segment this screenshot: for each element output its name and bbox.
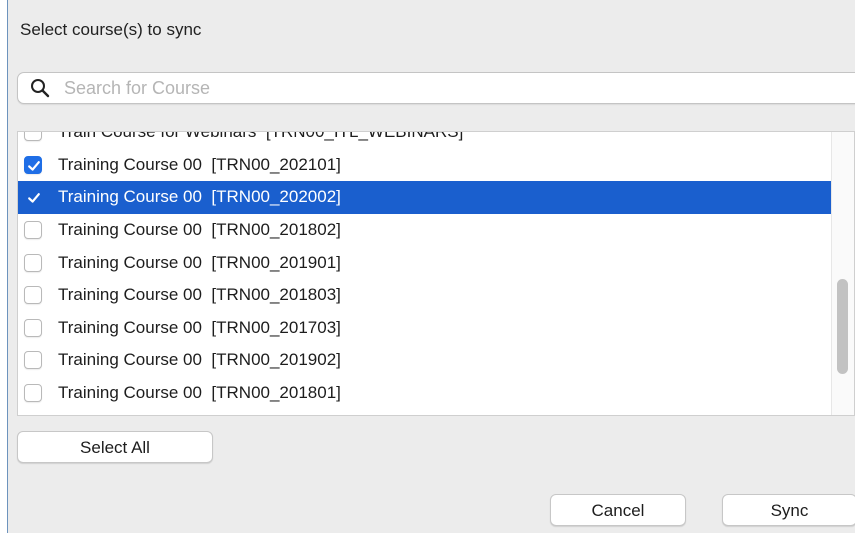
course-label: Training Course 00 [TRN00_201703] [58, 318, 341, 338]
course-code: [TRN00_201901] [211, 252, 341, 272]
course-label: Training Course 00 [TRN00_201901] [58, 253, 341, 273]
course-checkbox[interactable] [24, 286, 42, 305]
course-checkbox[interactable] [24, 351, 42, 370]
course-list-item[interactable]: Training Course 00 [TRN00_201703] [18, 312, 834, 345]
course-checkbox[interactable] [24, 253, 42, 272]
course-label: Train Course for Webinars [TRN00_ITL_WEB… [58, 131, 464, 142]
course-name: Training Course 00 [58, 187, 202, 207]
course-code: [TRN00_202002] [211, 187, 341, 207]
course-list-item[interactable]: Training Course 00 [TRN00_202002] [18, 181, 834, 214]
course-list-item[interactable]: Training Course 00 [TRN00_201803] [18, 279, 834, 312]
course-name: Training Course 00 [58, 252, 202, 272]
course-checkbox[interactable] [24, 188, 42, 206]
scrollbar[interactable] [831, 132, 854, 415]
course-list-item[interactable]: Training Course 00 [TRN00_202101] [18, 149, 834, 182]
cancel-button[interactable]: Cancel [550, 494, 686, 526]
course-list-item[interactable]: Training Course 00 [TRN00_201901] [18, 246, 834, 279]
checkmark-icon [28, 193, 40, 204]
course-label: Training Course 00 [TRN00_201802] [58, 220, 341, 240]
course-checkbox[interactable] [24, 221, 42, 240]
select-all-button[interactable]: Select All [17, 431, 213, 463]
course-name: Training Course 00 [58, 383, 202, 403]
search-field[interactable] [17, 72, 855, 104]
checkmark-icon [28, 160, 40, 171]
course-code: [TRN00_201803] [211, 285, 341, 305]
dialog-title: Select course(s) to sync [20, 20, 202, 39]
window-edge [0, 0, 8, 533]
scrollbar-thumb[interactable] [837, 279, 848, 374]
search-icon [31, 79, 50, 98]
course-code: [TRN00_201703] [211, 317, 341, 337]
course-name: Training Course 00 [58, 350, 202, 370]
course-name: Training Course 00 [58, 285, 202, 305]
course-code: [TRN00_201802] [211, 220, 341, 240]
course-checkbox[interactable] [24, 132, 42, 142]
course-label: Training Course 00 [TRN00_202002] [58, 187, 341, 207]
course-list[interactable]: Train Course for Webinars [TRN00_ITL_WEB… [17, 131, 855, 416]
course-list-item[interactable]: Training Course 00 [TRN00_201801] [18, 377, 834, 410]
course-list-item[interactable]: Train Course for Webinars [TRN00_ITL_WEB… [18, 131, 834, 149]
course-code: [TRN00_201902] [211, 350, 341, 370]
course-checkbox[interactable] [24, 155, 42, 174]
course-name: Training Course 00 [58, 220, 202, 240]
course-code: [TRN00_202101] [211, 154, 341, 174]
search-input[interactable] [64, 76, 844, 100]
course-list-item[interactable]: Training Course 00 [TRN00_201902] [18, 344, 834, 377]
course-label: Training Course 00 [TRN00_201902] [58, 350, 341, 370]
sync-button[interactable]: Sync [722, 494, 855, 526]
course-name: Train Course for Webinars [58, 131, 257, 142]
course-name: Training Course 00 [58, 317, 202, 337]
course-checkbox[interactable] [24, 384, 42, 403]
course-label: Training Course 00 [TRN00_202101] [58, 155, 341, 175]
course-code: [TRN00_ITL_WEBINARS] [265, 131, 464, 142]
course-list-item[interactable]: Training Course 00 [TRN00_201802] [18, 214, 834, 247]
course-label: Training Course 00 [TRN00_201801] [58, 383, 341, 403]
course-checkbox[interactable] [24, 318, 42, 337]
course-code: [TRN00_201801] [211, 383, 341, 403]
course-label: Training Course 00 [TRN00_201803] [58, 285, 341, 305]
course-name: Training Course 00 [58, 154, 202, 174]
